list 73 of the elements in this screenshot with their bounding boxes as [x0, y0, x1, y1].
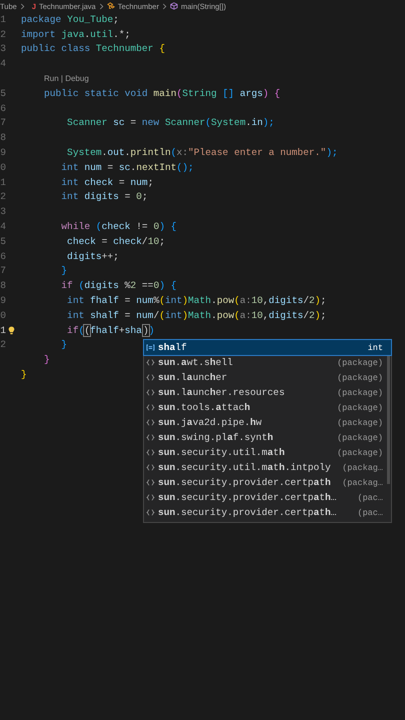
code-line: package You_Tube;	[21, 14, 119, 25]
code-line: }	[60, 265, 68, 276]
suggestion-item[interactable]: sun.launcher.resources (package)	[144, 385, 391, 400]
code-line: System.out.println(x:"Please enter a number.");	[66, 147, 338, 158]
line-number: 1	[0, 176, 6, 188]
code-line: check = check/10;	[66, 236, 165, 247]
line-number: 2	[0, 191, 6, 202]
code-line: int shalf = num/(int)Math.pow(a:10,digits/2);	[66, 310, 326, 321]
code-line: }	[43, 354, 50, 366]
code-line: public class Technumber {	[21, 43, 165, 54]
line-number: 2	[0, 339, 6, 350]
line-number: 4	[0, 58, 6, 70]
line-number: 8	[0, 132, 6, 144]
line-number: 6	[0, 102, 6, 114]
chevron-icon	[98, 2, 104, 10]
suggestion-item[interactable]: sun.launcher (package)	[144, 370, 391, 385]
line-number: 9	[0, 295, 6, 306]
line-number: 3	[0, 206, 6, 218]
code-line: }	[60, 339, 68, 350]
code-line: int num = sc.nextInt();	[60, 162, 194, 173]
chevron-icon	[20, 2, 25, 10]
variable-icon	[146, 344, 155, 351]
braces-icon	[146, 419, 155, 426]
braces-icon	[146, 359, 155, 366]
line-number: 6	[0, 250, 6, 262]
line-number: 3	[0, 43, 6, 54]
line-number: 1	[0, 324, 6, 336]
line-number: 4	[0, 221, 6, 232]
braces-icon	[146, 479, 155, 486]
class-icon	[106, 2, 115, 10]
braces-icon	[146, 509, 155, 516]
suggestion-item[interactable]: sun.security.provider.certpath (packag…	[144, 475, 391, 490]
line-number: 2	[0, 28, 6, 40]
suggestion-item[interactable]: shalf int	[144, 340, 391, 355]
braces-icon	[146, 464, 155, 471]
line-number: 7	[0, 265, 6, 276]
code-line: int digits = 0;	[60, 191, 148, 202]
code-line: import java.util.*;	[21, 28, 130, 40]
braces-icon	[146, 404, 155, 411]
line-number: 9	[0, 147, 6, 158]
suggestion-item[interactable]: sun.java2d.pipe.hw (package)	[144, 415, 391, 430]
suggestion-item[interactable]: sun.security.provider.certpath… (pac…	[144, 505, 391, 520]
suggestion-item[interactable]: sun.tools.attach (package)	[144, 400, 391, 415]
braces-icon	[146, 449, 155, 456]
line-number: 5	[0, 88, 6, 99]
line-number: 8	[0, 280, 6, 292]
suggestion-item[interactable]: sun.swing.plaf.synth (package)	[144, 430, 391, 445]
codelens-links[interactable]: Run | Debug	[21, 74, 89, 84]
suggestion-item[interactable]: sun.security.provider.certpath… (pac…	[144, 490, 391, 505]
braces-icon	[146, 434, 155, 441]
braces-icon	[146, 374, 155, 381]
braces-icon	[146, 494, 155, 501]
chevron-icon	[162, 2, 167, 10]
suggestion-item[interactable]: sun.security.util.math.intpoly (packag…	[144, 460, 391, 475]
line-number: 0	[0, 162, 6, 173]
suggestion-item[interactable]: sun.awt.shell (package)	[144, 355, 391, 370]
line-number: 0	[0, 310, 6, 321]
code-line: int fhalf = num%(int)Math.pow(a:10,digits/2);	[66, 295, 326, 306]
lightbulb-icon[interactable]	[8, 326, 15, 335]
suggestion-item[interactable]: sun.security.util.math (package)	[144, 445, 391, 460]
code-line: while (check != 0) {	[60, 221, 176, 232]
code-line: Scanner sc = new Scanner(System.in);	[66, 117, 274, 128]
code-line: if (digits %2 ==0) {	[60, 280, 176, 292]
line-number: 7	[0, 117, 6, 128]
braces-icon	[146, 389, 155, 396]
line-number: 1	[0, 14, 6, 25]
code-line: if((fhalf+sha))	[66, 324, 154, 336]
code-line: }	[21, 369, 27, 380]
line-number: 5	[0, 236, 6, 247]
code-line: public static void main(String [] args) {	[43, 88, 280, 99]
cube-icon	[170, 2, 178, 10]
code-line: int check = num;	[60, 176, 154, 188]
code-line: digits++;	[66, 250, 119, 262]
